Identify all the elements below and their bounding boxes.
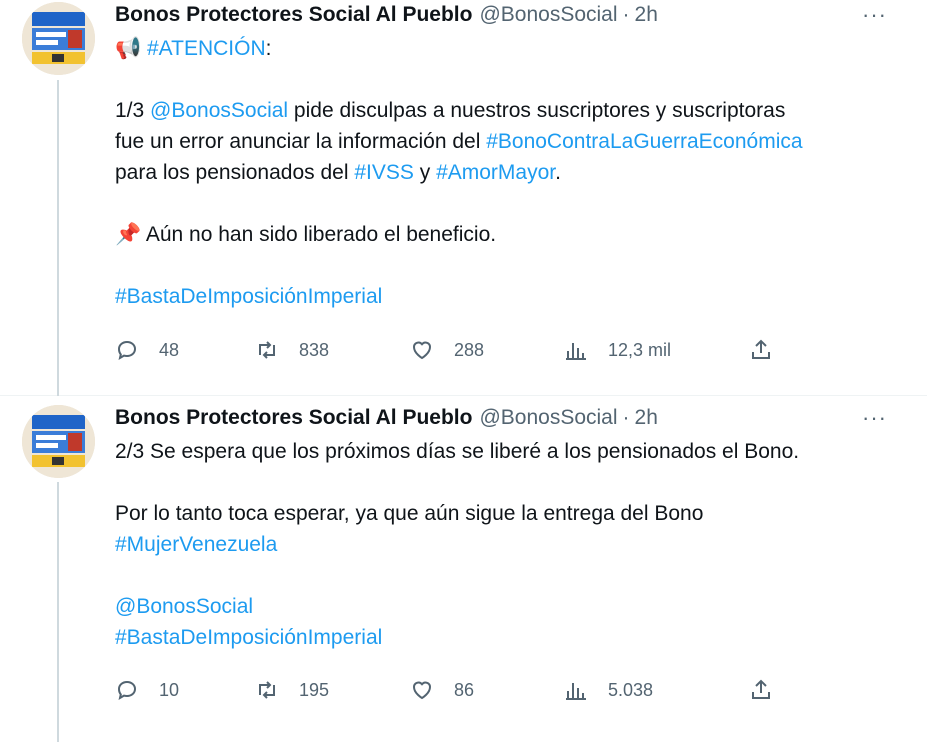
text-line: #MujerVenezuela	[115, 529, 909, 560]
megaphone-emoji: 📢	[115, 37, 142, 60]
hashtag-link[interactable]: #MujerVenezuela	[115, 533, 277, 556]
text-line: @BonosSocial	[115, 591, 909, 622]
text-line: 1/3 @BonosSocial pide disculpas a nuestr…	[115, 95, 909, 126]
avatar[interactable]	[22, 2, 95, 75]
reply-button[interactable]: 10	[115, 675, 179, 705]
like-count: 288	[454, 339, 485, 360]
text-line: 2/3 Se espera que los próximos días se l…	[115, 440, 800, 463]
reply-icon	[117, 680, 137, 701]
retweet-icon	[259, 681, 275, 699]
share-button[interactable]	[749, 675, 773, 705]
avatar[interactable]	[22, 405, 95, 478]
like-count: 86	[454, 679, 475, 700]
reply-icon	[117, 340, 137, 361]
timestamp[interactable]: 2h	[635, 406, 658, 430]
author-handle[interactable]: @BonosSocial	[479, 3, 617, 27]
hashtag-link[interactable]: #ATENCIÓN	[147, 37, 266, 60]
like-button[interactable]: 288	[410, 335, 484, 365]
hashtag-link[interactable]: #BastaDeImposiciónImperial	[115, 626, 382, 649]
thread-line	[57, 80, 59, 396]
text-fragment: para los pensionados del	[115, 161, 355, 184]
hashtag-link[interactable]: #BonoContraLaGuerraEconómica	[486, 130, 802, 153]
text-fragment: .	[555, 161, 561, 184]
tweet-text: 📢 #ATENCIÓN: 1/3 @BonosSocial pide discu…	[115, 33, 909, 312]
hashtag-link[interactable]: #IVSS	[354, 161, 414, 184]
text-line: #BastaDeImposiciónImperial	[115, 281, 909, 312]
tweet[interactable]: Bonos Protectores Social Al Pueblo @Bono…	[0, 0, 927, 396]
share-button[interactable]	[749, 335, 773, 365]
heart-icon	[412, 681, 432, 700]
views-chart-icon	[566, 683, 586, 700]
more-options-icon[interactable]: ···	[862, 2, 887, 28]
tweet-text: 2/3 Se espera que los próximos días se l…	[115, 436, 909, 653]
retweet-button[interactable]: 195	[255, 675, 329, 705]
separator: ·	[622, 406, 630, 429]
text-line: Por lo tanto toca esperar, ya que aún si…	[115, 502, 704, 525]
retweet-icon	[259, 341, 275, 359]
views-count: 5.038	[608, 679, 654, 700]
timestamp[interactable]: 2h	[635, 3, 658, 27]
tweet[interactable]: Bonos Protectores Social Al Pueblo @Bono…	[0, 396, 927, 742]
author-name[interactable]: Bonos Protectores Social Al Pueblo	[115, 406, 472, 430]
retweet-count: 838	[299, 339, 330, 360]
mention-link[interactable]: @BonosSocial	[150, 99, 288, 122]
author-handle[interactable]: @BonosSocial	[479, 406, 617, 430]
text-fragment: :	[265, 37, 272, 60]
tweet-actions: 10 195 86 5.038	[115, 675, 785, 705]
text-line: fue un error anunciar la información del…	[115, 126, 909, 157]
reply-button[interactable]: 48	[115, 335, 179, 365]
heart-icon	[412, 341, 432, 360]
text-fragment: y	[413, 161, 437, 184]
text-line: #BastaDeImposiciónImperial	[115, 622, 909, 653]
like-button[interactable]: 86	[410, 675, 474, 705]
text-line: para los pensionados del #IVSS y #AmorMa…	[115, 157, 909, 188]
reply-count: 48	[159, 339, 180, 360]
tweet-header: Bonos Protectores Social Al Pueblo @Bono…	[115, 2, 907, 28]
views-count: 12,3 mil	[608, 339, 672, 360]
author-name[interactable]: Bonos Protectores Social Al Pueblo	[115, 3, 472, 27]
views-button[interactable]: 12,3 mil	[564, 335, 671, 365]
hashtag-link[interactable]: #AmorMayor	[436, 161, 555, 184]
text-line: 📌 Aún no han sido liberado el beneficio.	[115, 219, 909, 250]
text-fragment: Aún no han sido liberado el beneficio.	[141, 223, 497, 246]
thread-line	[57, 482, 59, 742]
share-icon	[752, 339, 770, 359]
text-fragment: 1/3	[115, 99, 151, 122]
mention-link[interactable]: @BonosSocial	[115, 595, 253, 618]
text-fragment: fue un error anunciar la información del	[115, 130, 487, 153]
tweet-actions: 48 838 288 12,3 mil	[115, 335, 785, 365]
separator: ·	[622, 3, 630, 26]
text-fragment: pide disculpas a nuestros suscriptores y…	[288, 99, 786, 122]
retweet-count: 195	[299, 679, 330, 700]
views-button[interactable]: 5.038	[564, 675, 653, 705]
hashtag-link[interactable]: #BastaDeImposiciónImperial	[115, 285, 382, 308]
views-chart-icon	[566, 343, 586, 360]
tweet-header: Bonos Protectores Social Al Pueblo @Bono…	[115, 405, 907, 431]
pushpin-emoji: 📌	[115, 223, 142, 246]
more-options-icon[interactable]: ···	[862, 405, 887, 431]
reply-count: 10	[159, 679, 180, 700]
retweet-button[interactable]: 838	[255, 335, 329, 365]
text-line: 📢 #ATENCIÓN:	[115, 33, 909, 64]
share-icon	[752, 679, 770, 699]
